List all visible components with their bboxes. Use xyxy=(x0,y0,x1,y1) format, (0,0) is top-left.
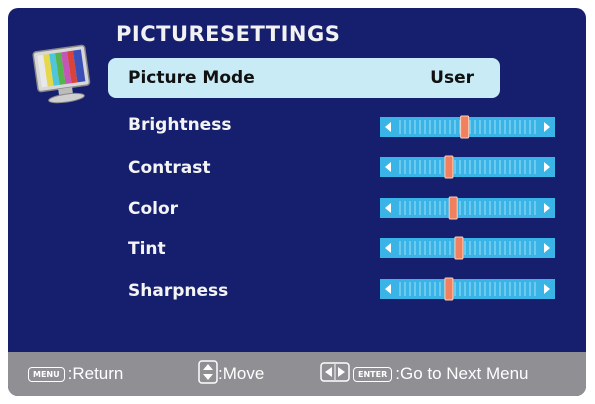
slider-thumb[interactable] xyxy=(448,196,458,220)
sharpness-label: Sharpness xyxy=(128,281,229,301)
next-menu-hint: ENTER :Go to Next Menu xyxy=(320,352,528,396)
slider-track[interactable] xyxy=(380,198,555,218)
return-label: :Return xyxy=(67,364,124,383)
picture-mode-value: User xyxy=(430,68,474,88)
slider-track[interactable] xyxy=(380,279,555,299)
help-footer: MENU :Return :Move ENTER:Go to Next Men… xyxy=(8,352,586,396)
menu-key-icon: MENU xyxy=(28,366,65,382)
color-slider[interactable] xyxy=(380,195,555,221)
slider-track[interactable] xyxy=(380,157,555,177)
color-label: Color xyxy=(128,199,179,219)
picture-settings-osd: PICTURESETTINGS Picture Mode User Bright… xyxy=(8,8,586,396)
slider-thumb[interactable] xyxy=(444,155,454,179)
move-label: :Move xyxy=(218,364,265,383)
monitor-icon xyxy=(30,38,100,108)
contrast-label: Contrast xyxy=(128,158,211,178)
left-right-arrow-icon xyxy=(320,362,350,386)
enter-key-icon: ENTER xyxy=(353,366,393,382)
picture-mode-row[interactable]: Picture Mode User xyxy=(108,58,500,98)
return-hint: MENU :Return xyxy=(28,352,123,396)
tint-label: Tint xyxy=(128,239,166,259)
brightness-label: Brightness xyxy=(128,115,232,135)
slider-track[interactable] xyxy=(380,238,555,258)
sharpness-slider[interactable] xyxy=(380,276,555,302)
picture-mode-label: Picture Mode xyxy=(128,68,255,88)
move-hint: :Move xyxy=(198,352,264,396)
contrast-slider[interactable] xyxy=(380,154,555,180)
next-menu-label: :Go to Next Menu xyxy=(395,364,529,383)
tint-slider[interactable] xyxy=(380,235,555,261)
brightness-slider[interactable] xyxy=(380,114,555,140)
slider-thumb[interactable] xyxy=(444,277,454,301)
slider-thumb[interactable] xyxy=(460,115,470,139)
slider-thumb[interactable] xyxy=(454,236,464,260)
up-down-arrow-icon xyxy=(198,360,218,388)
page-title: PICTURESETTINGS xyxy=(116,22,341,46)
